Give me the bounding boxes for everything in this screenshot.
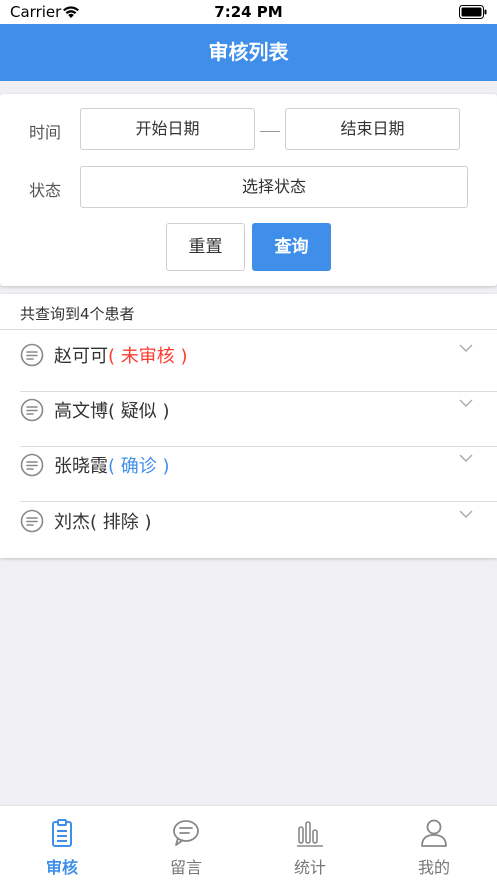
document-icon	[20, 453, 44, 477]
bar-chart-icon	[297, 821, 323, 847]
patient-item-3[interactable]: 张晓霞( 确诊 )	[0, 443, 497, 487]
status-bar: Carrier 7:24 PM	[0, 0, 497, 24]
user-icon	[421, 819, 447, 847]
tab-label: 我的	[417, 858, 450, 877]
tab-bar: 审核 留言 统计 我的	[0, 805, 497, 883]
clipboard-icon	[52, 819, 72, 847]
patient-status: ( 确诊 )	[108, 456, 170, 477]
tab-label: 留言	[169, 858, 202, 877]
tab-label: 统计	[293, 858, 326, 877]
time-label: 时间	[29, 123, 62, 142]
end-date-placeholder: 结束日期	[340, 119, 405, 138]
tab-stats[interactable]: 统计	[248, 806, 372, 883]
document-icon	[20, 509, 44, 533]
battery-icon	[459, 5, 487, 19]
patient-name: 张晓霞	[54, 456, 108, 477]
document-icon	[20, 343, 44, 367]
patient-name: 赵可可	[54, 346, 108, 367]
status-label: 状态	[29, 181, 62, 200]
status-select-placeholder: 选择状态	[241, 177, 306, 196]
tab-messages[interactable]: 留言	[124, 806, 248, 883]
patient-item-2[interactable]: 高文博( 疑似 )	[0, 388, 497, 432]
nav-bar: 审核列表	[0, 24, 497, 81]
chevron-down-icon[interactable]	[459, 343, 473, 353]
query-button[interactable]: 查询	[252, 223, 331, 271]
clock-time: 7:24 PM	[214, 3, 283, 21]
patient-status: ( 未审核 )	[108, 346, 188, 367]
patient-item-4[interactable]: 刘杰( 排除 )	[0, 499, 497, 543]
tab-review[interactable]: 审核	[0, 806, 124, 883]
chevron-down-icon[interactable]	[459, 453, 473, 463]
chevron-down-icon[interactable]	[459, 509, 473, 519]
patient-status: ( 排除 )	[90, 512, 152, 533]
result-count: 共查询到4个患者	[20, 305, 135, 323]
start-date-placeholder: 开始日期	[135, 119, 200, 138]
end-date-field[interactable]: 结束日期	[285, 108, 460, 150]
patient-name: 高文博	[54, 401, 108, 422]
start-date-field[interactable]: 开始日期	[80, 108, 255, 150]
page-title: 审核列表	[208, 40, 289, 64]
patient-status: ( 疑似 )	[108, 401, 170, 422]
document-icon	[20, 398, 44, 422]
chevron-down-icon[interactable]	[459, 398, 473, 408]
patient-name: 刘杰	[54, 512, 90, 533]
reset-button[interactable]: 重置	[166, 223, 245, 271]
status-select[interactable]: 选择状态	[80, 166, 468, 208]
tab-label: 审核	[45, 858, 78, 877]
divider	[0, 329, 497, 330]
patient-item-1[interactable]: 赵可可( 未审核 )	[0, 333, 497, 377]
chat-icon	[173, 820, 199, 846]
date-range-separator	[260, 131, 280, 132]
tab-profile[interactable]: 我的	[372, 806, 496, 883]
